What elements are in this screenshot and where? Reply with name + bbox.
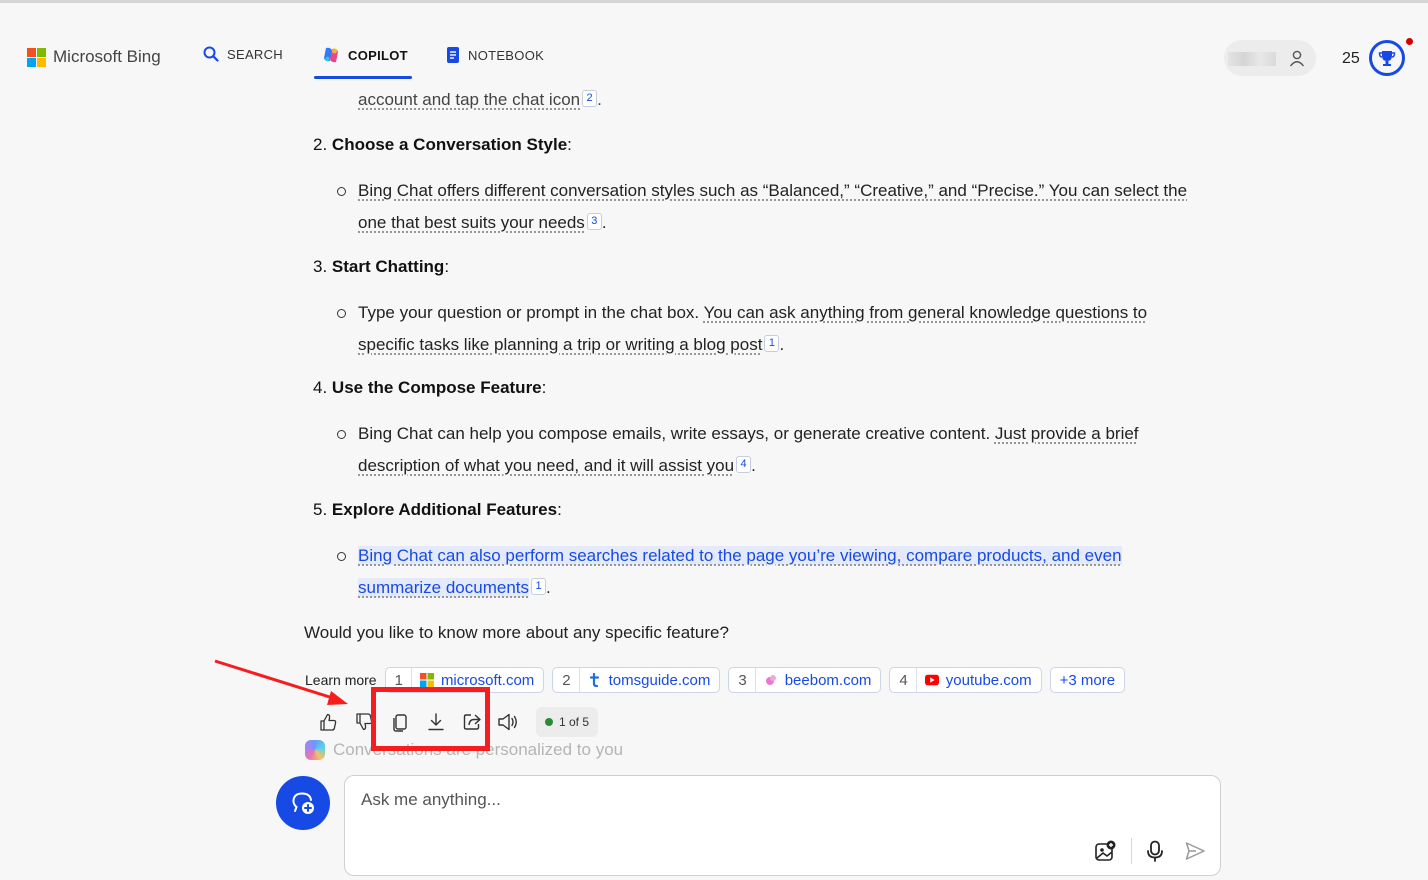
bullet-end: .: [751, 455, 756, 475]
image-upload-button[interactable]: [1093, 839, 1117, 863]
annotation-highlight-box: [371, 687, 490, 751]
step-heading: 4. Use the Compose Feature:: [313, 378, 546, 398]
learn-more-label: Learn more: [305, 672, 377, 688]
source-number: 2: [553, 668, 580, 692]
tab-notebook-label: NOTEBOOK: [468, 47, 545, 63]
voice-input-button[interactable]: [1143, 839, 1167, 863]
user-icon: [1289, 50, 1305, 67]
speaker-icon: [498, 713, 517, 731]
step-colon: :: [567, 135, 572, 154]
tab-search[interactable]: SEARCH: [203, 46, 283, 62]
logo-text: Microsoft Bing: [53, 47, 161, 66]
step-title: Choose a Conversation Style: [331, 135, 568, 154]
follow-up-question: Would you like to know more about any sp…: [304, 623, 729, 642]
youtube-icon: [924, 673, 939, 687]
list-item: Bing Chat offers different conversation …: [337, 175, 1206, 238]
copilot-small-icon: [305, 740, 325, 760]
rewards-points: 25: [1342, 50, 1360, 67]
list-item: Bing Chat can also perform searches rela…: [337, 540, 1206, 603]
step-heading: 3. Start Chatting:: [313, 257, 449, 277]
step-heading: 5. Explore Additional Features:: [313, 500, 562, 520]
trophy-icon: [1378, 51, 1396, 66]
user-account-button[interactable]: [1224, 40, 1316, 76]
bullet-end: .: [779, 334, 785, 354]
rewards-button[interactable]: [1369, 40, 1405, 76]
step-number: 5.: [313, 500, 328, 519]
source-link-tomsguide[interactable]: 2 tomsguide.com: [552, 667, 721, 693]
copilot-icon: [324, 47, 338, 63]
list-item: Type your question or prompt in the chat…: [337, 297, 1206, 360]
fragment-text: account and tap the chat icon: [358, 90, 581, 109]
bullet-linked-text[interactable]: Bing Chat offers different conversation …: [358, 181, 1187, 232]
more-sources-button[interactable]: +3 more: [1049, 667, 1126, 693]
top-navigation: Microsoft Bing SEARCH COPILOT NOTEBOOK 2…: [0, 3, 1428, 87]
notebook-icon: [447, 47, 459, 63]
step-number: 4.: [313, 378, 328, 397]
fragment-end: .: [597, 90, 602, 109]
bing-logo[interactable]: Microsoft Bing: [27, 47, 161, 67]
step-colon: :: [557, 500, 562, 519]
scrolled-fragment: account and tap the chat icon 2.: [358, 90, 602, 110]
send-button[interactable]: [1183, 839, 1207, 863]
step-number: 2.: [313, 135, 328, 154]
bullet-plain-text: Bing Chat can help you compose emails, w…: [358, 424, 995, 443]
bullet-plain-text: Type your question or prompt in the chat…: [358, 303, 704, 322]
citation-badge[interactable]: 2: [582, 90, 598, 107]
citation-badge[interactable]: 3: [586, 212, 602, 230]
notification-dot: [1406, 38, 1413, 45]
microsoft-icon: [419, 673, 434, 687]
tab-copilot-label: COPILOT: [348, 47, 408, 63]
step-colon: :: [444, 257, 450, 276]
microphone-icon: [1147, 840, 1163, 862]
response-counter: 1 of 5: [536, 707, 599, 737]
source-domain: youtube.com: [945, 671, 1032, 689]
tab-notebook[interactable]: NOTEBOOK: [446, 46, 544, 64]
chat-input-box: [344, 775, 1221, 876]
source-domain: microsoft.com: [440, 671, 535, 689]
annotation-arrow: [214, 659, 348, 705]
source-link-youtube[interactable]: 4 youtube.com: [889, 667, 1042, 693]
beebom-icon: [764, 673, 778, 687]
status-dot: [545, 718, 553, 726]
new-topic-button[interactable]: [276, 776, 330, 830]
step-title: Start Chatting: [331, 257, 445, 276]
input-divider: [1131, 838, 1132, 864]
bullet-highlighted-text[interactable]: Bing Chat can also perform searches rela…: [358, 546, 1122, 597]
citation-badge[interactable]: 1: [764, 334, 780, 352]
bullet-end: .: [601, 212, 607, 232]
like-button[interactable]: [310, 707, 346, 737]
send-icon: [1185, 842, 1205, 860]
step-title: Use the Compose Feature: [331, 378, 542, 397]
counter-text: 1 of 5: [559, 715, 590, 729]
source-number: 3: [729, 668, 756, 692]
new-chat-icon: [292, 792, 314, 814]
blurred-username: [1228, 52, 1276, 66]
chat-response: account and tap the chat icon 2. 2. Choos…: [0, 87, 1428, 767]
tab-search-label: SEARCH: [227, 46, 283, 62]
step-title: Explore Additional Features: [331, 500, 558, 519]
step-number: 3.: [313, 257, 328, 276]
active-tab-indicator: [314, 76, 412, 79]
tomsguide-icon: [588, 673, 602, 687]
read-aloud-button[interactable]: [490, 707, 526, 737]
list-item: Bing Chat can help you compose emails, w…: [337, 418, 1206, 481]
tab-copilot[interactable]: COPILOT: [322, 46, 408, 64]
source-link-beebom[interactable]: 3 beebom.com: [728, 667, 882, 693]
source-domain: tomsguide.com: [608, 671, 711, 689]
thumbs-up-icon: [320, 713, 337, 731]
search-icon: [203, 46, 219, 62]
bullet-end: .: [546, 577, 551, 597]
citation-badge[interactable]: 4: [736, 455, 752, 473]
step-heading: 2. Choose a Conversation Style:: [313, 135, 572, 155]
chat-input[interactable]: [361, 790, 1181, 810]
step-colon: :: [541, 378, 547, 397]
source-domain: beebom.com: [784, 671, 872, 689]
image-add-icon: [1095, 840, 1116, 861]
microsoft-logo-icon: [27, 47, 46, 67]
citation-badge[interactable]: 1: [531, 577, 547, 595]
source-number: 4: [890, 668, 917, 692]
